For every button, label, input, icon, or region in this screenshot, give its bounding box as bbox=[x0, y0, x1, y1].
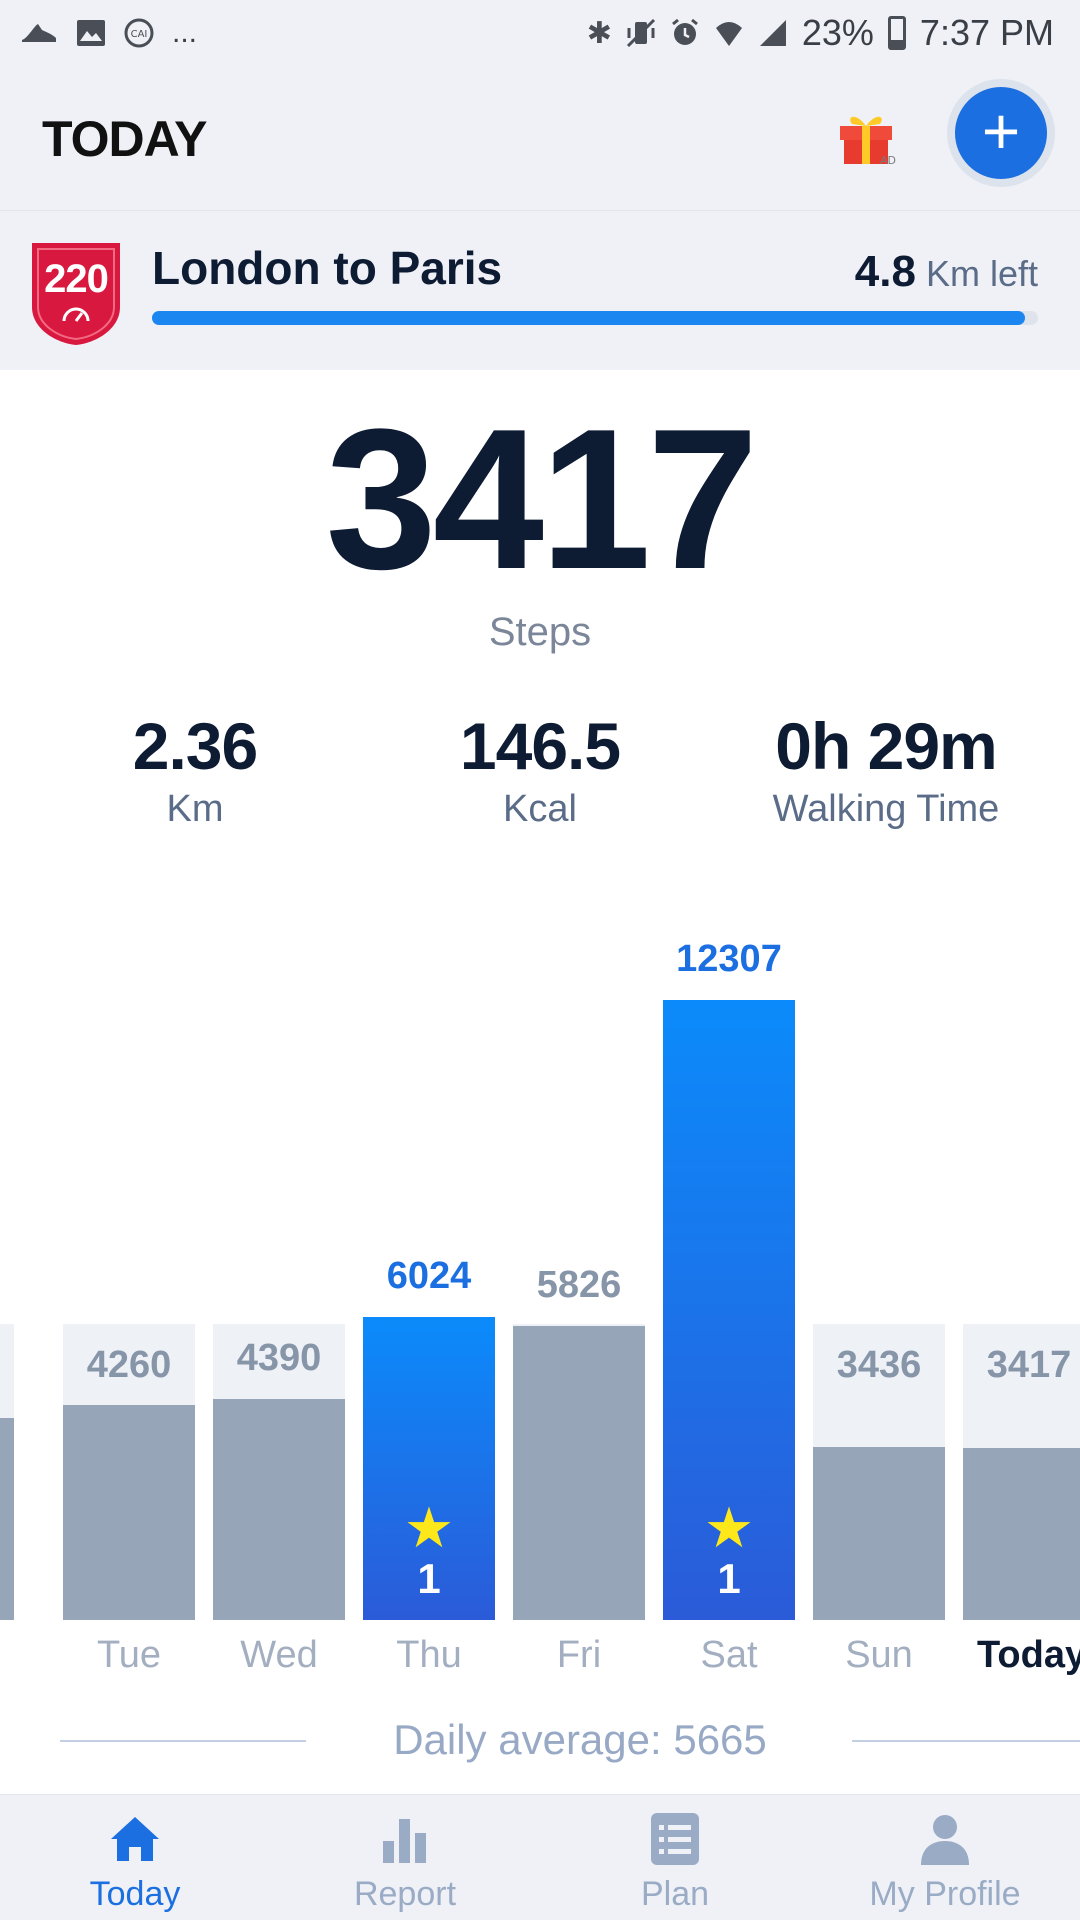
person-icon bbox=[921, 1815, 969, 1865]
svg-text:CAI: CAI bbox=[131, 29, 148, 40]
stat-distance-label: Km bbox=[166, 788, 224, 830]
day-label-sat: Sat bbox=[700, 1634, 758, 1676]
challenge-remaining-unit: Km left bbox=[925, 253, 1038, 294]
challenge-progress-track bbox=[152, 311, 1038, 325]
weekly-steps-chart[interactable]: 4260 Tue 4390 Wed 6024 ★ 1 Thu 5826 Fri 12307 ★ 1 Sat… bbox=[0, 900, 1080, 1700]
battery-icon bbox=[887, 16, 906, 50]
nav-report-label: Report bbox=[353, 1875, 457, 1913]
bar-wed[interactable] bbox=[213, 1399, 345, 1620]
nav-today-label: Today bbox=[89, 1875, 181, 1913]
stat-walking-time-label: Walking Time bbox=[772, 788, 1000, 830]
bottom-nav: Today Report Plan My Profile bbox=[0, 1794, 1080, 1920]
stat-calories-value: 146.5 bbox=[459, 709, 621, 783]
image-icon bbox=[77, 20, 105, 46]
challenge-badge-number: 220 bbox=[44, 257, 109, 301]
bar-sun[interactable] bbox=[813, 1447, 945, 1620]
nav-plan-label: Plan bbox=[640, 1875, 710, 1913]
status-bar-right: ✱ 23% 7:37 PM bbox=[587, 12, 1054, 54]
bar-today[interactable] bbox=[963, 1448, 1080, 1620]
stat-walking-time-value: 0h 29m bbox=[775, 709, 997, 783]
day-label-today: Today bbox=[977, 1634, 1080, 1676]
status-bar: CAI ... ✱ 23% 7:37 PM bbox=[0, 0, 1080, 66]
stat-distance-value: 2.36 bbox=[132, 709, 258, 783]
nav-report[interactable]: Report bbox=[270, 1795, 540, 1920]
challenge-remaining: 4.8 Km left bbox=[855, 247, 1038, 297]
home-icon bbox=[111, 1817, 159, 1861]
day-label-wed: Wed bbox=[240, 1634, 318, 1676]
nav-plan[interactable]: Plan bbox=[540, 1795, 810, 1920]
day-label-tue: Tue bbox=[96, 1634, 162, 1676]
stat-calories-label: Kcal bbox=[503, 788, 577, 830]
bar-value-tue: 4260 bbox=[86, 1344, 172, 1386]
gift-icon[interactable]: AD bbox=[834, 104, 898, 168]
bar-value-sun: 3436 bbox=[836, 1344, 922, 1386]
star-icon: ★ bbox=[403, 1496, 455, 1559]
list-icon bbox=[651, 1813, 699, 1865]
bar-value-sat: 12307 bbox=[676, 938, 782, 980]
wifi-icon bbox=[715, 22, 742, 46]
day-label-sun: Sun bbox=[845, 1634, 913, 1676]
goal-star-count: 1 bbox=[417, 1555, 441, 1602]
page-title: TODAY bbox=[42, 111, 208, 167]
nav-profile-label: My Profile bbox=[869, 1875, 1021, 1913]
app-header: TODAY AD + bbox=[0, 66, 1080, 210]
stat-walking-time: 0h 29m Walking Time bbox=[716, 706, 1056, 832]
shoe-icon bbox=[22, 24, 56, 42]
previous-day-bar bbox=[0, 1418, 14, 1620]
bar-value-fri: 5826 bbox=[536, 1264, 622, 1306]
star-icon: ★ bbox=[703, 1496, 755, 1559]
add-button[interactable]: + bbox=[955, 87, 1047, 179]
bluetooth-icon: ✱ bbox=[586, 16, 612, 50]
bar-chart-icon bbox=[383, 1819, 426, 1863]
stat-distance: 2.36 Km bbox=[25, 706, 365, 832]
vibrate-icon bbox=[626, 18, 655, 48]
svg-text:AD: AD bbox=[880, 154, 896, 167]
steps-count: 3417 bbox=[325, 388, 759, 611]
bar-value-thu: 6024 bbox=[386, 1255, 472, 1297]
plus-icon: + bbox=[981, 94, 1021, 168]
battery-percent: 23% bbox=[801, 12, 874, 53]
status-bar-left: CAI ... bbox=[20, 16, 197, 50]
steps-label: Steps bbox=[488, 610, 592, 654]
bar-fri[interactable] bbox=[513, 1326, 645, 1620]
daily-average: Daily average: 5665 bbox=[393, 1716, 767, 1763]
status-time: 7:37 PM bbox=[919, 12, 1054, 53]
alarm-icon bbox=[671, 18, 698, 45]
challenge-card[interactable]: 220 London to Paris 4.8 Km left bbox=[0, 210, 1080, 370]
bar-tue[interactable] bbox=[63, 1405, 195, 1620]
day-label-fri: Fri bbox=[556, 1634, 602, 1676]
nav-today[interactable]: Today bbox=[0, 1795, 270, 1920]
challenge-title: London to Paris bbox=[152, 242, 503, 294]
nav-profile[interactable]: My Profile bbox=[810, 1795, 1080, 1920]
cai-icon: CAI bbox=[124, 18, 154, 48]
day-label-thu: Thu bbox=[396, 1634, 462, 1676]
bar-value-wed: 4390 bbox=[236, 1337, 322, 1379]
goal-star-sat: ★ 1 bbox=[659, 1500, 799, 1602]
goal-star-thu: ★ 1 bbox=[359, 1500, 499, 1602]
notification-overflow: ... bbox=[172, 16, 198, 49]
stat-calories: 146.5 Kcal bbox=[370, 706, 710, 832]
challenge-progress-fill bbox=[152, 311, 1025, 325]
signal-icon bbox=[759, 20, 786, 46]
goal-star-count: 1 bbox=[717, 1555, 741, 1602]
challenge-remaining-value: 4.8 bbox=[854, 247, 916, 296]
bar-value-today: 3417 bbox=[986, 1344, 1072, 1386]
